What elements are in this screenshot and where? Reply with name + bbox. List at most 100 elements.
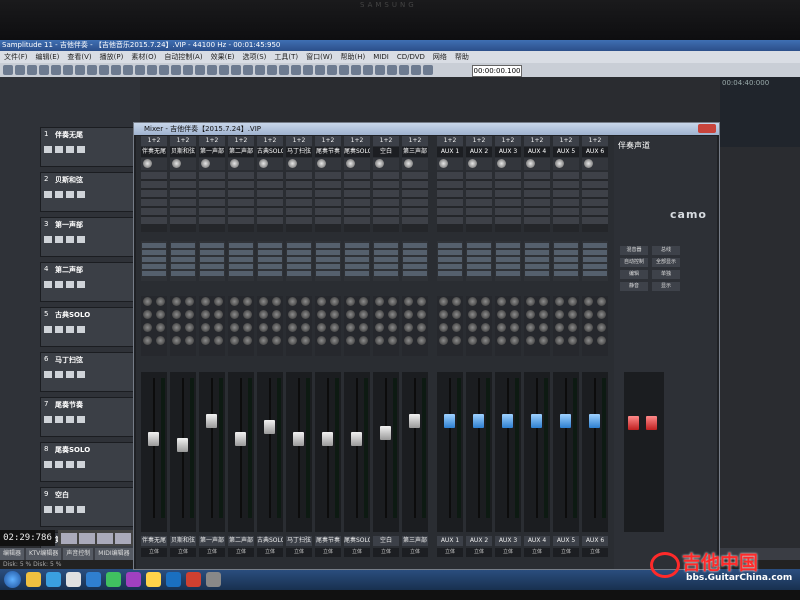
volume-fader[interactable]: [264, 420, 275, 434]
record-arm-button[interactable]: [66, 146, 74, 153]
star-icon[interactable]: [146, 572, 161, 587]
menu-item[interactable]: 工具(T): [274, 53, 298, 61]
record-arm-button[interactable]: [66, 326, 74, 333]
eq-knob[interactable]: [597, 336, 606, 345]
eq-knob[interactable]: [568, 323, 577, 332]
eq-knob[interactable]: [317, 323, 326, 332]
eq-knob[interactable]: [452, 310, 461, 319]
solo-button[interactable]: [55, 146, 63, 153]
bottom-tab[interactable]: KTV编辑器: [26, 548, 62, 560]
volume-fader[interactable]: [409, 414, 420, 428]
toolbar-icon[interactable]: [111, 65, 121, 75]
insert-slot[interactable]: [582, 172, 608, 179]
track-header[interactable]: 3 第一声部: [40, 217, 137, 257]
eq-knob[interactable]: [526, 336, 535, 345]
eq-knob[interactable]: [185, 297, 194, 306]
insert-slot[interactable]: [199, 217, 225, 224]
menu-item[interactable]: 素材(O): [131, 53, 156, 61]
eq-knob[interactable]: [172, 336, 181, 345]
insert-slot[interactable]: [466, 199, 492, 206]
insert-slot[interactable]: [373, 199, 399, 206]
menu-item[interactable]: MIDI: [373, 53, 389, 61]
toolbar-icon[interactable]: [147, 65, 157, 75]
eq-knob[interactable]: [584, 336, 593, 345]
eq-knob[interactable]: [230, 310, 239, 319]
insert-slot[interactable]: [402, 190, 428, 197]
record-arm-button[interactable]: [66, 416, 74, 423]
insert-slot[interactable]: [402, 199, 428, 206]
send-slider[interactable]: [287, 250, 311, 255]
eq-knob[interactable]: [555, 323, 564, 332]
menu-item[interactable]: 选项(S): [242, 53, 266, 61]
eq-knob[interactable]: [388, 323, 397, 332]
send-slider[interactable]: [316, 264, 340, 269]
pan-knob[interactable]: [259, 159, 268, 168]
track-header[interactable]: 8 尾奏SOLO: [40, 442, 137, 482]
toolbar-icon[interactable]: [423, 65, 433, 75]
eq-knob[interactable]: [214, 310, 223, 319]
eq-knob[interactable]: [468, 297, 477, 306]
eq-knob[interactable]: [214, 336, 223, 345]
insert-slot[interactable]: [553, 217, 579, 224]
toolbar-icon[interactable]: [327, 65, 337, 75]
eq-knob[interactable]: [317, 310, 326, 319]
volume-fader[interactable]: [235, 432, 246, 446]
record-arm-button[interactable]: [66, 281, 74, 288]
eq-knob[interactable]: [439, 310, 448, 319]
pan-knob[interactable]: [172, 159, 181, 168]
insert-slot[interactable]: [315, 172, 341, 179]
send-slider[interactable]: [525, 257, 549, 262]
master-button[interactable]: 总线: [652, 246, 680, 255]
eq-knob[interactable]: [172, 310, 181, 319]
volume-fader[interactable]: [148, 432, 159, 446]
eq-knob[interactable]: [301, 297, 310, 306]
insert-slot[interactable]: [402, 172, 428, 179]
solo-button[interactable]: [55, 461, 63, 468]
insert-slot[interactable]: [257, 217, 283, 224]
eq-knob[interactable]: [317, 336, 326, 345]
eq-knob[interactable]: [214, 297, 223, 306]
send-slider[interactable]: [316, 243, 340, 248]
volume-fader[interactable]: [444, 414, 455, 428]
record-arm-button[interactable]: [66, 506, 74, 513]
eq-knob[interactable]: [539, 336, 548, 345]
stop-button[interactable]: [79, 532, 95, 544]
pan-knob[interactable]: [468, 159, 477, 168]
eq-knob[interactable]: [359, 336, 368, 345]
volume-fader[interactable]: [589, 414, 600, 428]
eq-knob[interactable]: [201, 297, 210, 306]
insert-slot[interactable]: [524, 199, 550, 206]
eq-knob[interactable]: [288, 323, 297, 332]
insert-slot[interactable]: [495, 190, 521, 197]
record-arm-button[interactable]: [66, 191, 74, 198]
menu-item[interactable]: 帮助(H): [341, 53, 366, 61]
eq-knob[interactable]: [439, 323, 448, 332]
mute-button[interactable]: [44, 371, 52, 378]
send-slider[interactable]: [583, 257, 607, 262]
toolbar-icon[interactable]: [207, 65, 217, 75]
monitor-button[interactable]: [77, 371, 85, 378]
pan-knob[interactable]: [317, 159, 326, 168]
insert-slot[interactable]: [524, 190, 550, 197]
send-slider[interactable]: [467, 243, 491, 248]
toolbar-icon[interactable]: [243, 65, 253, 75]
bottom-tab[interactable]: MIDI编辑器: [95, 548, 133, 560]
insert-slot[interactable]: [373, 181, 399, 188]
insert-slot[interactable]: [495, 181, 521, 188]
insert-slot[interactable]: [170, 217, 196, 224]
menu-item[interactable]: 效果(E): [211, 53, 235, 61]
toolbar-icon[interactable]: [183, 65, 193, 75]
insert-slot[interactable]: [170, 208, 196, 215]
eq-knob[interactable]: [568, 336, 577, 345]
toolbar-icon[interactable]: [363, 65, 373, 75]
send-slider[interactable]: [554, 264, 578, 269]
media-icon[interactable]: [126, 572, 141, 587]
send-slider[interactable]: [200, 250, 224, 255]
eq-knob[interactable]: [417, 310, 426, 319]
toolbar-icon[interactable]: [387, 65, 397, 75]
eq-knob[interactable]: [272, 323, 281, 332]
insert-slot[interactable]: [170, 181, 196, 188]
send-slider[interactable]: [438, 250, 462, 255]
eq-knob[interactable]: [359, 310, 368, 319]
insert-slot[interactable]: [437, 208, 463, 215]
